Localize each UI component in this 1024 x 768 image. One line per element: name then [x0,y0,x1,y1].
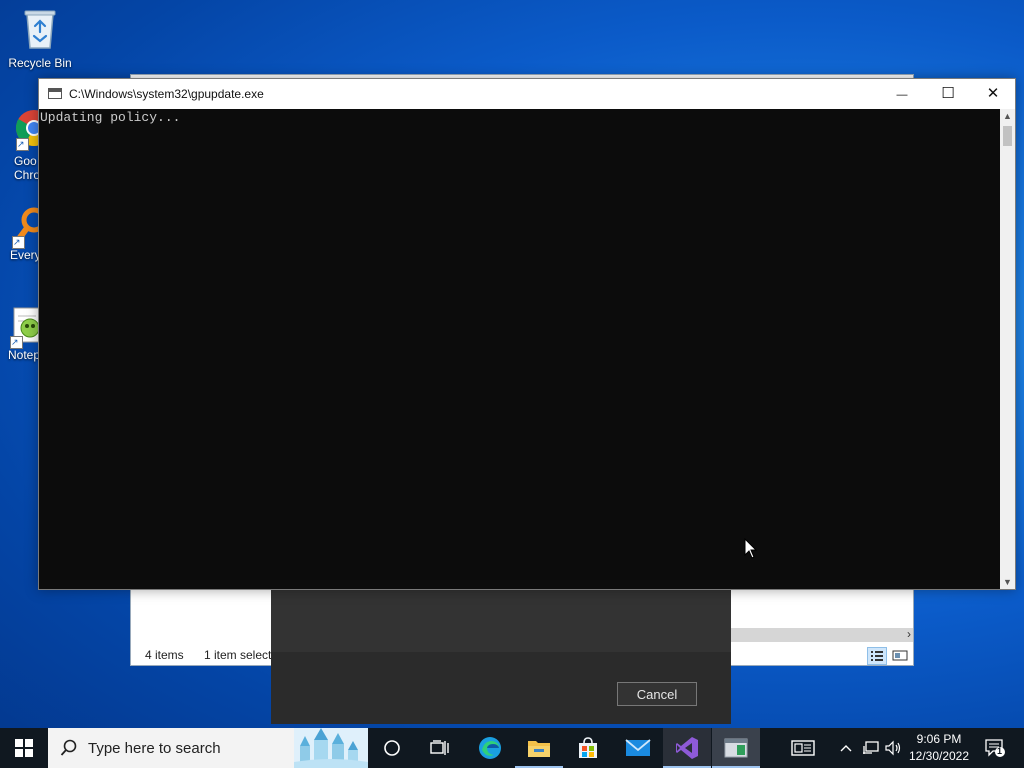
visual-studio-button[interactable] [663,728,711,768]
system-clock[interactable]: 9:06 PM 12/30/2022 [902,731,976,765]
store-icon [579,737,597,758]
details-view-button[interactable] [867,647,887,665]
volume-button[interactable] [883,728,903,768]
minimize-button[interactable]: — [879,79,925,109]
recycle-bin-icon [20,6,60,50]
file-explorer-icon [528,741,550,757]
scrollbar-thumb[interactable] [1003,126,1012,146]
shortcut-arrow-icon: ↗ [16,138,29,151]
scroll-down-icon[interactable]: ▼ [1000,577,1015,587]
close-button[interactable]: ✕ [970,79,1016,109]
shortcut-arrow-icon: ↗ [12,236,25,249]
network-button[interactable] [860,728,882,768]
news-icon [791,740,815,756]
gpupdate-console-taskbar-button[interactable] [712,728,760,768]
clock-time: 9:06 PM [916,732,962,746]
notification-count-badge: 1 [997,746,1003,756]
action-center-button[interactable]: 1 [978,728,1012,768]
notifications-icon [985,739,1005,757]
large-icons-view-icon [892,650,908,661]
task-view-icon [430,740,449,755]
store-button[interactable] [564,728,612,768]
minimize-icon: — [896,89,908,101]
chevron-up-icon [840,745,852,752]
shortcut-arrow-icon: ↗ [10,336,23,349]
mouse-cursor-icon [744,537,758,565]
file-explorer-button[interactable] [515,728,563,768]
mail-icon [625,739,651,756]
edge-button[interactable] [466,728,514,768]
details-view-icon [871,651,883,661]
console-app-icon[interactable] [48,88,62,99]
vertical-scrollbar[interactable]: ▲ ▼ [1000,109,1015,589]
clock-date: 12/30/2022 [908,749,970,763]
large-icons-view-button[interactable] [891,647,911,665]
status-item-count: 4 items [145,648,184,662]
scroll-right-icon[interactable]: › [907,627,911,641]
cortana-button[interactable] [368,728,416,768]
maximize-icon: ☐ [941,85,955,102]
status-selected-count: 1 item selecte [204,648,279,662]
close-icon: ✕ [986,85,1000,102]
taskbar-search-box[interactable]: Type here to search [48,728,368,768]
start-icon [15,739,33,757]
task-view-button[interactable] [416,728,464,768]
show-hidden-icons-button[interactable] [836,728,856,768]
taskbar: Type here to search 9:06 PM 12/30/2022 1 [0,728,1024,768]
search-highlight-castle-icon [294,728,368,768]
news-widget-button[interactable] [786,728,820,768]
search-icon [60,739,77,756]
volume-icon [885,740,901,756]
cancel-button[interactable]: Cancel [617,682,697,706]
network-icon [863,741,879,754]
console-output-line: Updating policy... [40,110,181,125]
gpupdate-console-icon [724,738,748,758]
progress-dialog: Cancel [271,588,731,724]
desktop-icon-label: Recycle Bin [8,56,72,70]
gpupdate-console-window[interactable]: C:\Windows\system32\gpupdate.exe — ☐ ✕ U… [38,78,1016,590]
cortana-icon [384,740,400,756]
maximize-button[interactable]: ☐ [925,79,971,109]
console-title-bar[interactable]: C:\Windows\system32\gpupdate.exe — ☐ ✕ [39,79,1015,109]
desktop-icon-recycle-bin[interactable]: Recycle Bin [0,6,80,70]
console-window-title: C:\Windows\system32\gpupdate.exe [69,87,264,101]
scroll-up-icon[interactable]: ▲ [1000,111,1015,121]
mail-button[interactable] [614,728,662,768]
console-output[interactable]: Updating policy... [39,109,1001,589]
horizontal-scrollbar[interactable]: › [731,627,913,642]
search-placeholder: Type here to search [88,740,221,757]
edge-icon [479,737,501,759]
visual-studio-icon [676,737,698,759]
start-button[interactable] [0,728,48,768]
